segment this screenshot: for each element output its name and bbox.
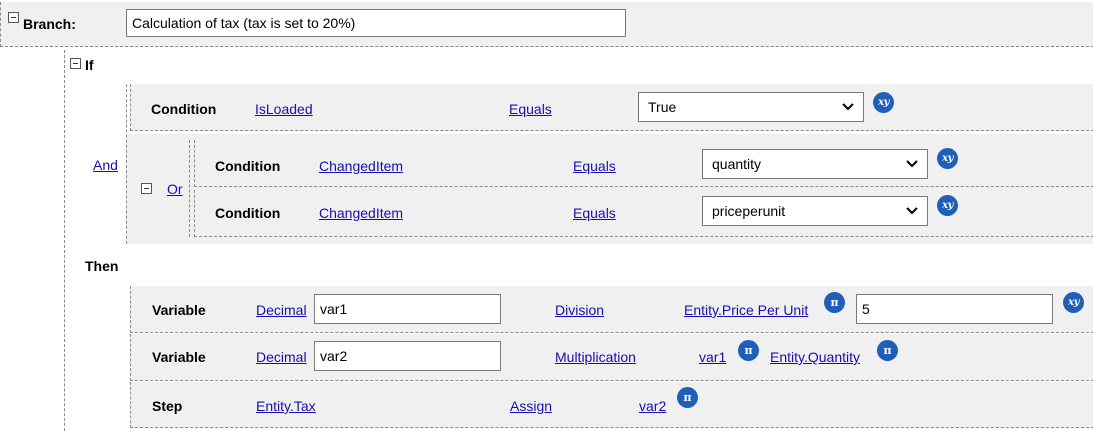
operation-link[interactable]: Assign bbox=[510, 398, 552, 414]
condition-value-select[interactable]: quantity bbox=[702, 149, 928, 179]
operand-link[interactable]: var1 bbox=[699, 349, 726, 365]
pi-constant-icon[interactable]: π bbox=[824, 292, 845, 313]
variable-type-link[interactable]: Decimal bbox=[256, 302, 307, 318]
pi-constant-icon[interactable]: π bbox=[877, 340, 898, 361]
select-value: True bbox=[648, 99, 677, 115]
variable-label: Variable bbox=[152, 302, 206, 318]
variable-row-2: Variable Decimal var2 Multiplication var… bbox=[130, 334, 1093, 381]
xy-variable-icon[interactable]: xy bbox=[1063, 292, 1084, 313]
operand-link[interactable]: var2 bbox=[639, 398, 666, 414]
if-label: If bbox=[85, 57, 94, 73]
condition-operator-link[interactable]: Equals bbox=[509, 101, 552, 117]
branch-collapse-toggle[interactable] bbox=[8, 12, 19, 23]
select-value: quantity bbox=[712, 156, 762, 172]
operand-value-input[interactable]: 5 bbox=[856, 294, 1053, 324]
if-collapse-toggle[interactable] bbox=[70, 58, 81, 69]
branch-label: Branch: bbox=[23, 16, 76, 32]
and-operator-link[interactable]: And bbox=[93, 157, 118, 173]
then-label: Then bbox=[85, 258, 119, 274]
chevron-down-icon bbox=[906, 160, 918, 168]
condition-row-2: Condition ChangedItem Equals quantity xy bbox=[194, 140, 1093, 187]
select-value: priceperunit bbox=[712, 203, 786, 219]
step-target-link[interactable]: Entity.Tax bbox=[256, 398, 316, 414]
condition-field-link[interactable]: ChangedItem bbox=[319, 158, 403, 174]
condition-label: Condition bbox=[215, 158, 281, 174]
condition-value-select[interactable]: True bbox=[638, 92, 864, 122]
step-row: Step Entity.Tax Assign var2 π bbox=[130, 382, 1093, 428]
condition-operator-link[interactable]: Equals bbox=[573, 158, 616, 174]
condition-operator-link[interactable]: Equals bbox=[573, 205, 616, 221]
xy-variable-icon[interactable]: xy bbox=[873, 92, 894, 113]
operand-link[interactable]: Entity.Quantity bbox=[770, 349, 860, 365]
and-group-line bbox=[126, 84, 128, 244]
operation-link[interactable]: Multiplication bbox=[555, 349, 636, 365]
variable-label: Variable bbox=[152, 349, 206, 365]
condition-row-3: Condition ChangedItem Equals priceperuni… bbox=[194, 190, 1093, 237]
step-label: Step bbox=[152, 398, 183, 414]
variable-name-input[interactable]: var2 bbox=[314, 341, 501, 371]
condition-value-select[interactable]: priceperunit bbox=[702, 196, 928, 226]
condition-field-link[interactable]: IsLoaded bbox=[255, 101, 313, 117]
operation-link[interactable]: Division bbox=[555, 302, 604, 318]
variable-type-link[interactable]: Decimal bbox=[256, 349, 307, 365]
pi-constant-icon[interactable]: π bbox=[738, 340, 759, 361]
or-collapse-toggle[interactable] bbox=[141, 183, 152, 194]
chevron-down-icon bbox=[906, 207, 918, 215]
xy-variable-icon[interactable]: xy bbox=[937, 148, 958, 169]
branch-description-input[interactable]: Calculation of tax (tax is set to 20%) bbox=[126, 9, 626, 37]
condition-label: Condition bbox=[151, 101, 217, 117]
xy-variable-icon[interactable]: xy bbox=[937, 195, 958, 216]
or-group-line bbox=[189, 140, 191, 237]
condition-row-1: Condition IsLoaded Equals True xy bbox=[130, 84, 1093, 131]
chevron-down-icon bbox=[842, 103, 854, 111]
branch-header: Branch: Calculation of tax (tax is set t… bbox=[0, 2, 1093, 47]
variable-name-input[interactable]: var1 bbox=[314, 294, 501, 324]
condition-field-link[interactable]: ChangedItem bbox=[319, 205, 403, 221]
pi-constant-icon[interactable]: π bbox=[677, 387, 698, 408]
operand-link[interactable]: Entity.Price Per Unit bbox=[684, 302, 808, 318]
variable-row-1: Variable Decimal var1 Division Entity.Pr… bbox=[130, 286, 1093, 333]
or-operator-link[interactable]: Or bbox=[167, 181, 183, 197]
condition-label: Condition bbox=[215, 205, 281, 221]
